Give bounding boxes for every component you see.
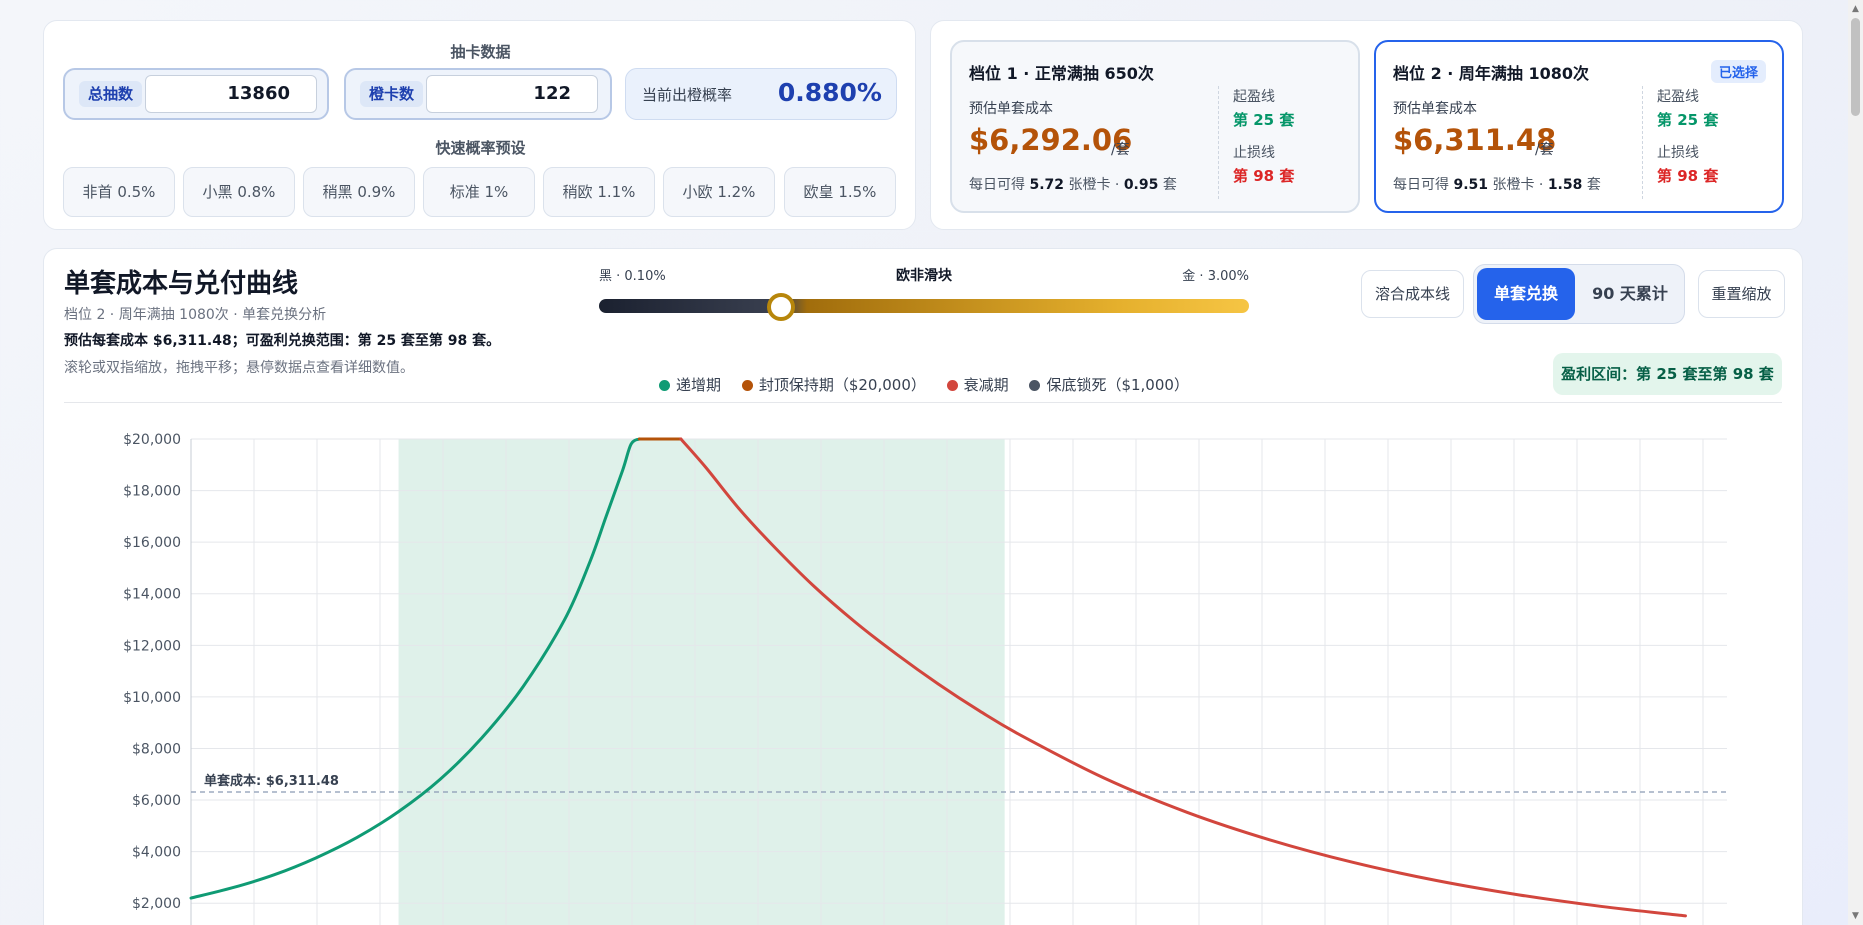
start-profit-value: 第 25 套 xyxy=(1233,111,1295,129)
scroll-down-arrow-icon[interactable]: ▼ xyxy=(1851,911,1860,921)
draw-data-panel: 抽卡数据 总抽数 13860 橙卡数 122 当前出橙概率 0.880% 快速概… xyxy=(43,20,916,230)
per-set-unit: /套 xyxy=(1535,142,1554,158)
selected-badge: 已选择 xyxy=(1710,60,1766,83)
start-profit-label: 起盈线 xyxy=(1233,89,1275,105)
preset-button[interactable]: 稍欧 1.1% xyxy=(543,167,655,217)
per-set-unit: /套 xyxy=(1111,142,1130,158)
y-tick-label: $14,000 xyxy=(123,587,181,603)
cost-curve-chart[interactable]: $20,000 $18,000 $16,000 $14,000 $12,000 $10,0… xyxy=(44,249,1804,925)
preset-button[interactable]: 小黑 0.8% xyxy=(183,167,295,217)
divider xyxy=(1218,86,1219,199)
cost-reference-label: 单套成本: $6,311.48 xyxy=(204,773,339,789)
tier-card-1[interactable]: 档位 1 · 正常满抽 650次 预估单套成本 $6,292.06 /套 每日可… xyxy=(950,40,1360,213)
presets-title: 快速概率预设 xyxy=(435,139,526,157)
set-cost: $6,311.48 xyxy=(1393,123,1557,157)
cost-label: 预估单套成本 xyxy=(1393,101,1477,117)
y-tick-label: $16,000 xyxy=(123,535,181,551)
y-tick-label: $10,000 xyxy=(123,690,181,706)
tier-card-2[interactable]: 档位 2 · 周年满抽 1080次 已选择 预估单套成本 $6,311.48 /… xyxy=(1374,40,1784,213)
daily-yield: 每日可得 9.51 张橙卡 · 1.58 套 xyxy=(1393,177,1601,193)
stop-loss-value: 第 98 套 xyxy=(1233,167,1295,185)
total-draws-label: 总抽数 xyxy=(79,81,143,107)
preset-button[interactable]: 标准 1% xyxy=(423,167,535,217)
y-tick-label: $2,000 xyxy=(132,896,181,912)
cost-label: 预估单套成本 xyxy=(969,101,1053,117)
orange-cards-label: 橙卡数 xyxy=(360,81,424,107)
y-tick-label: $20,000 xyxy=(123,432,181,448)
orange-cards-field[interactable]: 橙卡数 122 xyxy=(344,68,612,120)
current-rate-box: 当前出橙概率 0.880% xyxy=(625,68,897,120)
tier-name: 档位 1 · 正常满抽 650次 xyxy=(969,64,1154,83)
stop-loss-label: 止损线 xyxy=(1233,145,1275,161)
daily-yield: 每日可得 5.72 张橙卡 · 0.95 套 xyxy=(969,177,1177,193)
preset-button[interactable]: 欧皇 1.5% xyxy=(784,167,896,217)
tier-name: 档位 2 · 周年满抽 1080次 xyxy=(1393,64,1590,83)
set-cost: $6,292.06 xyxy=(969,123,1133,157)
tiers-panel: 档位 1 · 正常满抽 650次 预估单套成本 $6,292.06 /套 每日可… xyxy=(930,20,1803,230)
y-tick-label: $4,000 xyxy=(132,845,181,861)
stop-loss-label: 止损线 xyxy=(1657,145,1699,161)
scrollbar-thumb[interactable] xyxy=(1851,18,1860,116)
orange-cards-input[interactable]: 122 xyxy=(426,75,598,113)
stop-loss-value: 第 98 套 xyxy=(1657,167,1719,185)
preset-button[interactable]: 小欧 1.2% xyxy=(663,167,775,217)
y-tick-label: $18,000 xyxy=(123,484,181,500)
preset-button[interactable]: 稍黑 0.9% xyxy=(303,167,415,217)
start-profit-value: 第 25 套 xyxy=(1657,111,1719,129)
draw-data-title: 抽卡数据 xyxy=(450,43,511,61)
divider xyxy=(1642,86,1643,199)
current-rate-label: 当前出橙概率 xyxy=(642,86,733,104)
y-tick-label: $8,000 xyxy=(132,741,181,757)
start-profit-label: 起盈线 xyxy=(1657,89,1699,105)
total-draws-field[interactable]: 总抽数 13860 xyxy=(63,68,329,120)
current-rate-value: 0.880% xyxy=(777,78,882,107)
scroll-up-arrow-icon[interactable]: ▲ xyxy=(1851,4,1860,14)
total-draws-input[interactable]: 13860 xyxy=(145,75,317,113)
preset-button[interactable]: 非首 0.5% xyxy=(63,167,175,217)
y-tick-label: $12,000 xyxy=(123,638,181,654)
chart-panel: 单套成本与兑付曲线 档位 2 · 周年满抽 1080次 · 单套兑换分析 预估每… xyxy=(43,248,1803,925)
page-scrollbar[interactable]: ▲ ▼ xyxy=(1848,0,1863,925)
y-tick-label: $6,000 xyxy=(132,793,181,809)
